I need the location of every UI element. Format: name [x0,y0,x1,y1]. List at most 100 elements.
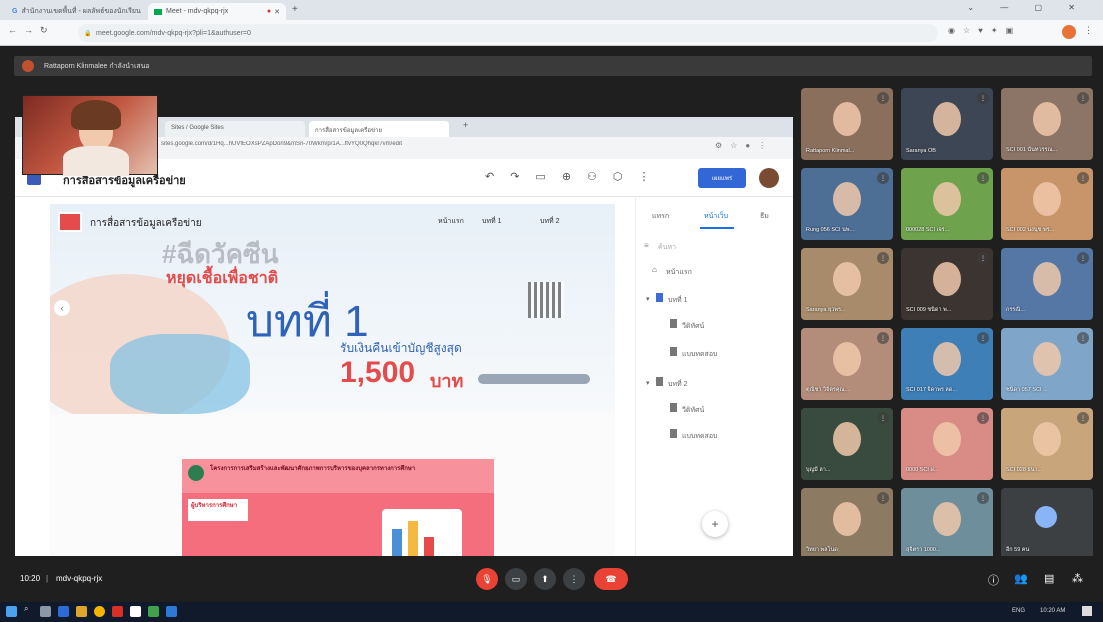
participant-name: Rattaporn Klinmal... [806,148,855,154]
participant-name: Rung 056 SCI นพ... [806,227,855,233]
page-icon [670,347,677,356]
participant-tile[interactable]: ⋮ SCI 002 นงนุช ฟร... [1001,168,1093,240]
muted-mic-icon: ⋮ [977,412,989,424]
panel-search[interactable]: ค้นหา [658,242,676,253]
new-tab-icon[interactable]: + [292,4,298,15]
profile-avatar[interactable] [1062,25,1076,39]
participant-tile[interactable]: ⋮ Saranya ยุวพร... [801,248,893,320]
site-nav-chapter1[interactable]: บทที่ 1 [482,216,502,227]
participant-tile[interactable]: ⋮ SCI 009 ชนิดา พ... [901,248,993,320]
panel-tab-pages[interactable]: หน้าเว็บ [704,211,728,222]
page-icon [656,293,663,302]
edge-icon[interactable] [166,606,177,617]
participant-name: ตุณิชา วิจิตรคุณ... [806,387,850,393]
publish-button[interactable]: เผยแพร่ [698,168,746,188]
app-icon[interactable] [130,606,141,617]
inner-tab[interactable]: Sites / Google Sites [165,121,305,137]
presenter-avatar [22,60,34,72]
filter-icon[interactable]: ≡ [644,241,649,250]
participant-tile[interactable]: ⋮ ชนิดา 057 SCI ... [1001,328,1093,400]
activities-icon[interactable]: ⁂ [1072,572,1083,585]
task-view-icon[interactable] [40,606,51,617]
folder-icon[interactable] [76,606,87,617]
close-tab-icon[interactable]: ✕ [274,8,280,16]
participant-face [933,182,961,216]
muted-mic-icon: ⋮ [1077,252,1089,264]
participant-tile[interactable]: ⋮ วิทยา พลโนด [801,488,893,560]
site-nav-home[interactable]: หน้าแรก [438,216,464,227]
page-icon [670,429,677,438]
people-icon[interactable]: 👥 [1014,572,1028,585]
page-item[interactable]: บทที่ 2 [668,379,688,390]
page-item[interactable]: วีดิทัศน์ [682,405,704,416]
participant-name: Saranya OB [906,148,936,154]
card-title: โครงการการเสริมสร้างและพัฒนาศักยภาพการบร… [210,466,416,472]
nav-buttons[interactable]: ←→↻ [8,25,55,36]
panel-tab-themes[interactable]: ธีม [760,211,769,222]
browser-tab[interactable]: G สำนักงานเขตพื้นที่ - ผลลัพธ์ของนักเรีย… [6,3,146,20]
app-icon[interactable] [58,606,69,617]
participant-tile[interactable]: ⋮ Rung 056 SCI นพ... [801,168,893,240]
participant-tile[interactable]: ⋮ 000028 SCI เจร... [901,168,993,240]
leave-call-button[interactable]: ☎ [594,568,628,590]
app-icon[interactable] [112,606,123,617]
participant-tile[interactable]: ⋮ SCI 001 นันทวรรณ... [1001,88,1093,160]
add-page-button[interactable]: + [702,511,728,537]
page-item[interactable]: บทที่ 1 [668,295,688,306]
inner-new-tab-icon[interactable]: + [463,120,468,130]
participant-tile[interactable]: ⋮ กรรณิ... [1001,248,1093,320]
url-field[interactable]: 🔒 meet.google.com/mdv-qkpq-rjx?pli=1&aut… [78,24,938,42]
presenter-video[interactable] [22,95,158,176]
separator: | [46,574,49,583]
present-button[interactable]: ⬆ [534,568,556,590]
muted-mic-icon: ⋮ [877,92,889,104]
extension-icons[interactable]: ◉☆♥✦▣ [948,26,1021,35]
participant-tile[interactable]: ⋮ ตุณิชา วิจิตรคุณ... [801,328,893,400]
clock[interactable]: 10:20 AM [1040,608,1065,614]
participant-name: 0000 SCI ฝ... [906,467,939,473]
meeting-code: mdv-qkpq-rjx [56,574,103,583]
more-options-button[interactable]: ⋮ [563,568,585,590]
inner-browser-icons[interactable]: ⚙☆●⋮ [715,141,774,150]
participant-face [833,422,861,456]
participant-name: SCI 002 นงนุช ฟร... [1006,227,1055,233]
browser-tab-meet[interactable]: Meet - mdv-qkpq-rjx ● ✕ [148,3,286,20]
language-indicator[interactable]: ENG [1012,608,1025,614]
panel-tab-insert[interactable]: แทรก [652,211,669,222]
participant-tile[interactable]: ⋮ Saranya OB [901,88,993,160]
camera-button[interactable]: ▭ [505,568,527,590]
chrome-icon[interactable] [94,606,105,617]
page-item[interactable]: แบบทดสอบ [682,349,717,360]
inner-tab-active[interactable]: การสื่อสารข้อมูลเครือข่าย [309,121,449,137]
site-nav-chapter2[interactable]: บทที่ 2 [540,216,560,227]
browser-menu-icon[interactable]: ⋮ [1084,25,1093,36]
person-hair [71,100,121,130]
participant-tile[interactable]: ⋮ Rattaporn Klinmal... [801,88,893,160]
editor-toolbar-icons[interactable]: ↶↷▭⊕⚇⬡⋮ [485,170,666,183]
expand-icon[interactable]: ▾ [646,295,650,303]
page-item[interactable]: หน้าแรก [666,267,692,278]
start-icon[interactable] [6,606,17,617]
page-item[interactable]: วีดิทัศน์ [682,321,704,332]
participant-tile[interactable]: ⋮ SCI 028 ธนา... [1001,408,1093,480]
carousel-prev-icon[interactable]: ‹ [54,300,70,316]
participant-face [933,342,961,376]
window-controls[interactable]: ⌄ — ▢ ✕ [967,3,1087,12]
editor-avatar[interactable] [759,168,779,188]
participant-tile[interactable]: ⋮ SCI 017 จิดาพร ลด... [901,328,993,400]
participant-name: SCI 001 นันทวรรณ... [1006,147,1058,153]
participant-face [1033,342,1061,376]
mic-off-button[interactable]: 🎙 [476,568,498,590]
participant-tile[interactable]: ⋮ สุจิตรา 1000... [901,488,993,560]
expand-icon[interactable]: ▾ [646,379,650,387]
search-icon[interactable]: ⌕ [24,604,35,615]
participant-tile[interactable]: ⋮ 0000 SCI ฝ... [901,408,993,480]
tab-title: สำนักงานเขตพื้นที่ - ผลลัพธ์ของนักเรียน [21,8,141,15]
more-participants-tile[interactable]: อีก 59 คน [1001,488,1093,560]
info-icon[interactable]: ⓘ [988,572,999,588]
app-icon[interactable] [148,606,159,617]
participant-tile[interactable]: ⋮ บุญมี ลา... [801,408,893,480]
chat-icon[interactable]: ▤ [1044,572,1054,585]
notification-icon[interactable] [1082,606,1092,616]
page-item[interactable]: แบบทดสอบ [682,431,717,442]
